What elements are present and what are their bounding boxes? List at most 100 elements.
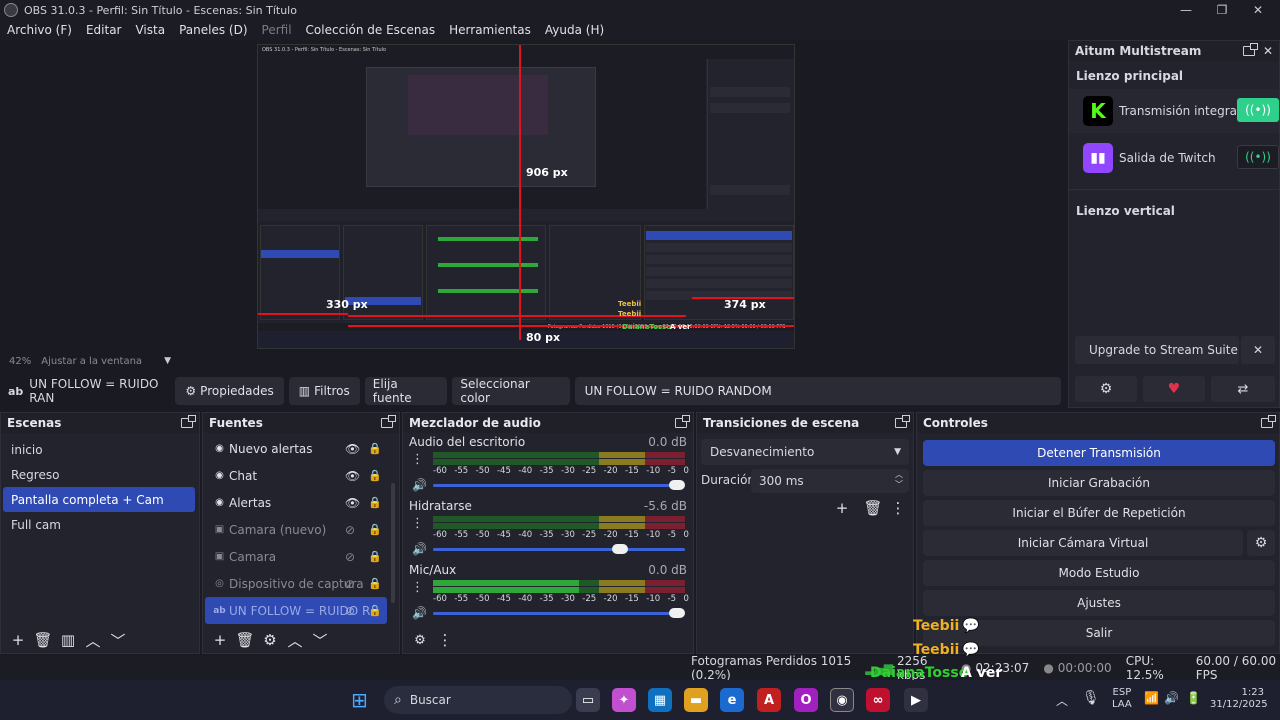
pdf-icon[interactable]: A	[757, 688, 781, 712]
speaker-icon[interactable]: 🔊	[412, 478, 427, 492]
taskbar-search[interactable]: ⌕ Buscar	[384, 686, 572, 714]
settings-button[interactable]: Ajustes	[923, 590, 1275, 616]
store-icon[interactable]: ▦	[648, 688, 672, 712]
menu-dots-icon[interactable]: ⋮	[411, 580, 424, 595]
scene-item[interactable]: Regreso	[3, 462, 195, 487]
source-item-selected[interactable]: ab UN FOLLOW = RUIDO R ⊘ 🔒	[205, 597, 387, 624]
source-item[interactable]: ◉ Chat 👁 🔒	[205, 462, 387, 489]
eye-off-icon[interactable]: ⊘	[345, 523, 355, 537]
chevron-up-icon[interactable]: ︿	[284, 629, 306, 651]
speaker-icon[interactable]: 🔊	[412, 606, 427, 620]
choose-source-button[interactable]: Elija fuente	[364, 377, 448, 405]
broadcast-toggle-active[interactable]: ((•))	[1237, 98, 1279, 122]
add-icon[interactable]: +	[831, 497, 853, 519]
menu-view[interactable]: Vista	[135, 23, 165, 37]
start-recording-button[interactable]: Iniciar Grabación	[923, 470, 1275, 496]
edge-icon[interactable]: e	[720, 688, 744, 712]
eye-icon[interactable]: 👁	[345, 442, 360, 456]
menu-scene-collection[interactable]: Colección de Escenas	[306, 23, 436, 37]
stop-streaming-button[interactable]: Detener Transmisión	[923, 440, 1275, 466]
eye-icon[interactable]: 👁	[345, 496, 360, 510]
studio-mode-button[interactable]: Modo Estudio	[923, 560, 1275, 586]
broadcast-toggle[interactable]: ((•))	[1237, 145, 1279, 169]
speaker-icon[interactable]: 🔊	[412, 542, 427, 556]
lock-icon[interactable]: 🔒	[368, 496, 382, 509]
eye-off-icon[interactable]: ⊘	[345, 577, 355, 591]
windows-start-icon[interactable]: ⊞	[351, 688, 368, 712]
close-button[interactable]: ✕	[1240, 0, 1276, 20]
copilot-icon[interactable]: ✦	[612, 688, 636, 712]
source-item[interactable]: ▣ Camara ⊘ 🔒	[205, 543, 387, 570]
minimize-button[interactable]: —	[1168, 0, 1204, 20]
source-item[interactable]: ◉ Nuevo alertas 👁 🔒	[205, 435, 387, 462]
mic-icon[interactable]: 🎙	[1082, 690, 1100, 706]
heart-icon[interactable]: ♥	[1143, 376, 1205, 402]
lock-icon[interactable]: 🔒	[368, 604, 382, 617]
undock-icon[interactable]	[1242, 43, 1258, 56]
add-icon[interactable]: +	[209, 629, 231, 651]
menu-edit[interactable]: Editar	[86, 23, 122, 37]
lock-icon[interactable]: 🔒	[368, 442, 382, 455]
chevron-down-icon[interactable]: ﹀	[107, 629, 129, 651]
slider-knob[interactable]	[669, 608, 685, 618]
filter-icon[interactable]: ▥	[57, 629, 79, 651]
language-indicator[interactable]: ESP LAA	[1112, 687, 1132, 711]
close-icon[interactable]: ✕	[1263, 44, 1273, 58]
obs-icon[interactable]: ◉	[830, 688, 854, 712]
slider-knob[interactable]	[612, 544, 629, 554]
menu-tools[interactable]: Herramientas	[449, 23, 531, 37]
clock[interactable]: 1:23 31/12/2025	[1210, 687, 1268, 711]
scene-item[interactable]: inicio	[3, 437, 195, 462]
lock-icon[interactable]: 🔒	[368, 523, 382, 536]
slider-knob[interactable]	[669, 480, 685, 490]
eye-icon[interactable]: 👁	[345, 469, 360, 483]
chevron-down-icon[interactable]: ﹀	[309, 629, 331, 651]
lock-icon[interactable]: 🔒	[368, 550, 382, 563]
zoom-mode-select[interactable]: Ajustar a la ventana	[41, 356, 142, 367]
menu-help[interactable]: Ayuda (H)	[545, 23, 604, 37]
upgrade-button[interactable]: Upgrade to Stream Suite	[1075, 336, 1239, 364]
volume-slider[interactable]	[433, 480, 685, 490]
folder-icon[interactable]: ▬	[684, 688, 708, 712]
app-icon[interactable]: ∞	[866, 688, 890, 712]
menu-dots-icon[interactable]: ⋮	[411, 452, 424, 467]
volume-slider[interactable]	[433, 608, 685, 618]
undock-icon[interactable]	[381, 415, 396, 428]
undock-icon[interactable]	[675, 415, 690, 428]
chevron-up-icon[interactable]: ︿	[1056, 692, 1068, 709]
menu-dots-icon[interactable]: ⋮	[411, 516, 424, 531]
menu-dots-icon[interactable]: ⋮	[434, 629, 456, 651]
lock-icon[interactable]: 🔒	[368, 577, 382, 590]
filters-button[interactable]: ▥ Filtros	[288, 377, 360, 405]
start-replay-buffer-button[interactable]: Iniciar el Búfer de Repetición	[923, 500, 1275, 526]
duration-field[interactable]: 300 ms ︿ ﹀	[751, 469, 909, 493]
text-value-field[interactable]: UN FOLLOW = RUIDO RANDOM	[574, 377, 1061, 405]
eye-off-icon[interactable]: ⊘	[345, 604, 355, 618]
menu-docks[interactable]: Paneles (D)	[179, 23, 247, 37]
start-virtual-camera-button[interactable]: Iniciar Cámara Virtual	[923, 530, 1243, 556]
volume-slider[interactable]	[433, 544, 685, 554]
trash-icon[interactable]: 🗑	[32, 629, 54, 651]
preview-canvas[interactable]: OBS 31.0.3 - Perfil: Sin Título - Escena…	[257, 44, 795, 349]
undock-icon[interactable]	[895, 415, 910, 428]
lock-icon[interactable]: 🔒	[368, 469, 382, 482]
close-icon[interactable]: ✕	[1241, 336, 1275, 364]
gear-icon[interactable]: ⚙	[259, 629, 281, 651]
trash-icon[interactable]: 🗑	[862, 497, 884, 519]
menu-file[interactable]: Archivo (F)	[7, 23, 72, 37]
chevron-down-icon[interactable]: ▼	[164, 356, 171, 366]
add-icon[interactable]: +	[7, 629, 29, 651]
scene-item[interactable]: Full cam	[3, 512, 195, 537]
undock-icon[interactable]	[1261, 415, 1276, 428]
opera-icon[interactable]: O	[794, 688, 818, 712]
source-item[interactable]: ◎ Dispositivo de captura ⊘ 🔒	[205, 570, 387, 597]
menu-dots-icon[interactable]: ⋮	[887, 497, 909, 519]
task-view-icon[interactable]: ▭	[576, 688, 600, 712]
share-icon[interactable]: ⇄	[1211, 376, 1275, 402]
scrollbar[interactable]	[391, 483, 395, 603]
gear-icon[interactable]: ⚙	[1075, 376, 1137, 402]
source-item[interactable]: ▣ Camara (nuevo) ⊘ 🔒	[205, 516, 387, 543]
maximize-button[interactable]: ❐	[1204, 0, 1240, 20]
wifi-icon[interactable]: 📶	[1144, 691, 1159, 705]
choose-color-button[interactable]: Seleccionar color	[452, 377, 570, 405]
